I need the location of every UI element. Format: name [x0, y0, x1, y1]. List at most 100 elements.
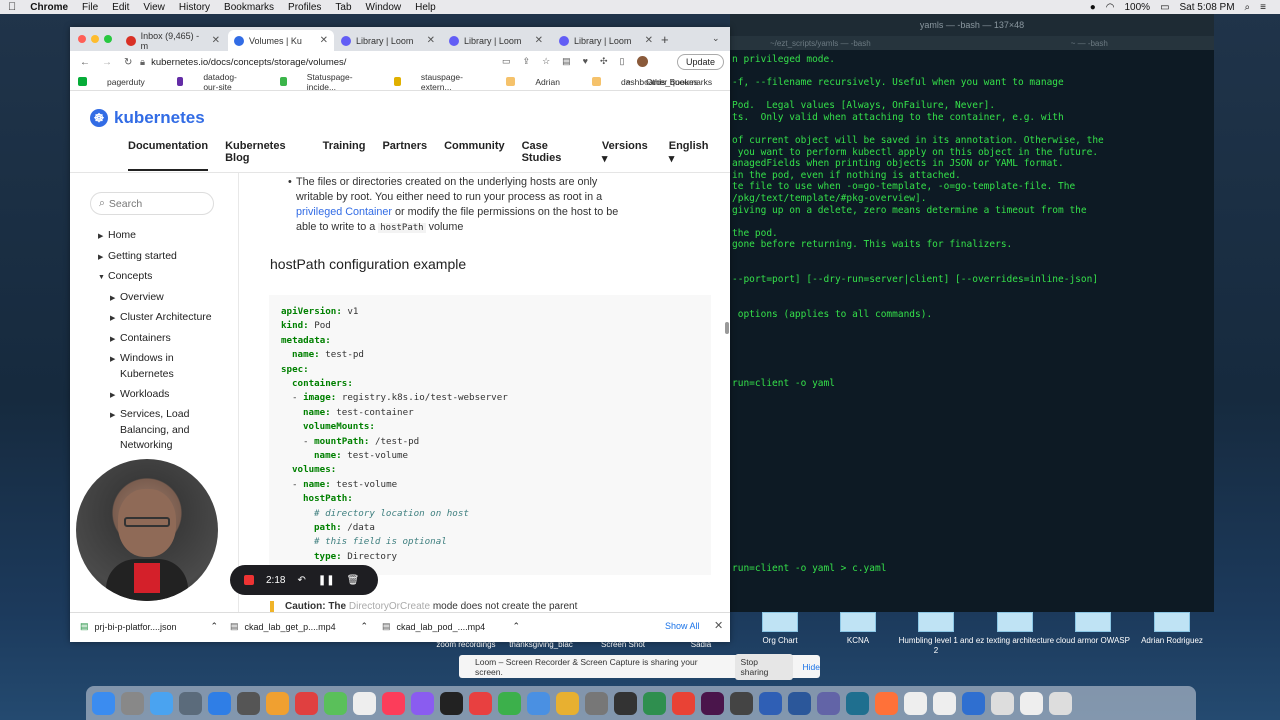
dock-app-icon[interactable]: [208, 691, 231, 715]
wifi-icon[interactable]: ◠: [1106, 2, 1115, 13]
terminal-tab-home[interactable]: ~ — -bash: [1071, 39, 1108, 48]
zoom-window-button[interactable]: [104, 35, 112, 43]
bookmark-item[interactable]: pagerduty: [78, 77, 161, 87]
dock-app-icon[interactable]: [788, 691, 811, 715]
close-window-button[interactable]: [78, 35, 86, 43]
chevron-right-icon[interactable]: »: [626, 76, 631, 86]
desktop-icon[interactable]: Org Chart: [740, 612, 820, 646]
apple-icon[interactable]: : [8, 1, 16, 13]
dock-app-icon[interactable]: [614, 691, 637, 715]
chevron-up-icon[interactable]: ⌃: [211, 621, 219, 632]
sidebar-item[interactable]: ▶ Windows in Kubernetes: [110, 351, 174, 382]
sidebar-item[interactable]: ▶ Services, Load Balancing, and Networking: [110, 407, 189, 453]
k8s-logo[interactable]: ☸ kubernetes: [90, 108, 205, 128]
bookmark-item[interactable]: Statuspage-incide...: [280, 72, 378, 92]
k8s-nav-item[interactable]: Training: [323, 140, 366, 171]
reload-icon[interactable]: ↻: [124, 57, 132, 68]
chevron-up-icon[interactable]: ⌃: [361, 621, 369, 632]
dock-app-icon[interactable]: [759, 691, 782, 715]
profile-avatar[interactable]: [636, 56, 648, 67]
dock-app-icon[interactable]: [382, 691, 405, 715]
desktop-icon[interactable]: cloud armor OWASP: [1053, 612, 1133, 646]
dock-app-icon[interactable]: [933, 691, 956, 715]
star-icon[interactable]: ☆: [542, 56, 550, 67]
dock-app-icon[interactable]: [527, 691, 550, 715]
sidebar-item[interactable]: ▶ Containers: [110, 331, 171, 347]
dock-app-icon[interactable]: [440, 691, 463, 715]
dock-app-icon[interactable]: [904, 691, 927, 715]
browser-tab[interactable]: Library | Loom ✕: [553, 30, 659, 51]
dock-app-icon[interactable]: [585, 691, 608, 715]
dock-app-icon[interactable]: [469, 691, 492, 715]
menu-help[interactable]: Help: [415, 2, 436, 13]
dock-app-icon[interactable]: [730, 691, 753, 715]
dock-app-icon[interactable]: [121, 691, 144, 715]
dock-app-icon[interactable]: [1020, 691, 1043, 715]
k8s-nav-item[interactable]: Documentation: [128, 140, 209, 171]
loom-webcam-bubble[interactable]: [76, 459, 218, 601]
browser-tab[interactable]: Inbox (9,465) - m ✕: [120, 30, 226, 51]
dock-app-icon[interactable]: [672, 691, 695, 715]
mic-icon[interactable]: ●: [1090, 2, 1096, 13]
dock-app-icon[interactable]: [701, 691, 724, 715]
hide-button[interactable]: Hide: [803, 662, 820, 672]
close-tab-icon[interactable]: ✕: [320, 35, 328, 46]
close-downloads-icon[interactable]: ✕: [714, 619, 723, 632]
desktop-icon[interactable]: Adrian Rodriguez: [1132, 612, 1212, 646]
other-bookmarks[interactable]: Other Bookmarks: [646, 77, 712, 87]
dock-app-icon[interactable]: [643, 691, 666, 715]
heart-icon[interactable]: ♥: [583, 56, 588, 67]
privileged-container-link[interactable]: privileged Container: [296, 206, 392, 218]
k8s-nav-item[interactable]: Versions ▾: [602, 140, 652, 171]
menu-bookmarks[interactable]: Bookmarks: [224, 2, 274, 13]
k8s-nav-item[interactable]: Kubernetes Blog: [225, 140, 306, 171]
dock-app-icon[interactable]: [266, 691, 289, 715]
browser-tab[interactable]: Library | Loom ✕: [335, 30, 441, 51]
stop-recording-icon[interactable]: [244, 575, 254, 585]
close-tab-icon[interactable]: ✕: [645, 35, 653, 46]
show-all-button[interactable]: Show All: [665, 621, 700, 631]
close-tab-icon[interactable]: ✕: [212, 35, 220, 46]
tab-search-chevron-icon[interactable]: ⌄: [712, 33, 720, 44]
bookmark-item[interactable]: stauspage-extern...: [394, 72, 490, 92]
menu-edit[interactable]: Edit: [112, 2, 129, 13]
dock-app-icon[interactable]: [179, 691, 202, 715]
lock-icon[interactable]: 🔒︎: [140, 57, 145, 68]
dock-app-icon[interactable]: [498, 691, 521, 715]
download-item[interactable]: ▤ prj-bi-p-platfor....json ⌃: [80, 621, 218, 632]
share-icon[interactable]: ⇪: [523, 56, 531, 67]
sidebar-item[interactable]: ▶ Getting started: [98, 249, 177, 265]
browser-tab[interactable]: Volumes | Ku ✕: [228, 30, 334, 51]
pause-icon[interactable]: ❚❚: [318, 575, 335, 586]
dock-app-icon[interactable]: [324, 691, 347, 715]
menu-view[interactable]: View: [143, 2, 165, 13]
minimize-window-button[interactable]: [91, 35, 99, 43]
dock-app-icon[interactable]: [411, 691, 434, 715]
terminal-tab-yamls[interactable]: ~/ezt_scripts/yamls — -bash: [770, 39, 871, 48]
battery-level[interactable]: 100%: [1124, 2, 1150, 13]
k8s-nav-item[interactable]: Community: [444, 140, 505, 171]
menubar-app-name[interactable]: Chrome: [30, 2, 68, 13]
dock-app-icon[interactable]: [962, 691, 985, 715]
sidebar-item[interactable]: ▶ Overview: [110, 290, 164, 306]
dock-app-icon[interactable]: [991, 691, 1014, 715]
dock-app-icon[interactable]: [556, 691, 579, 715]
k8s-nav-item[interactable]: English ▾: [669, 140, 713, 171]
desktop-icon[interactable]: Humbling level 1 and 2: [896, 612, 976, 656]
close-tab-icon[interactable]: ✕: [535, 35, 543, 46]
browser-tab[interactable]: Library | Loom ✕: [443, 30, 549, 51]
terminal-window[interactable]: yamls — -bash — 137×48 ~/ezt_scripts/yam…: [730, 14, 1214, 612]
menubar-clock[interactable]: Sat 5:08 PM: [1180, 2, 1235, 13]
menu-history[interactable]: History: [179, 2, 210, 13]
dock-app-icon[interactable]: [817, 691, 840, 715]
desktop-icon[interactable]: ez texting architecture: [975, 612, 1055, 646]
extension-icon[interactable]: ▤: [562, 56, 571, 67]
sidebar-item[interactable]: ▶ Cluster Architecture: [110, 310, 212, 326]
menu-tab[interactable]: Tab: [335, 2, 351, 13]
spotlight-icon[interactable]: ⌕: [1245, 2, 1251, 13]
page-scrollbar[interactable]: [725, 322, 729, 334]
puzzle-icon[interactable]: ✣: [600, 56, 608, 67]
download-item[interactable]: ▤ ckad_lab_get_p....mp4 ⌃: [230, 621, 368, 632]
sidepanel-icon[interactable]: ▯: [620, 56, 625, 67]
undo-icon[interactable]: ↶: [297, 575, 305, 586]
